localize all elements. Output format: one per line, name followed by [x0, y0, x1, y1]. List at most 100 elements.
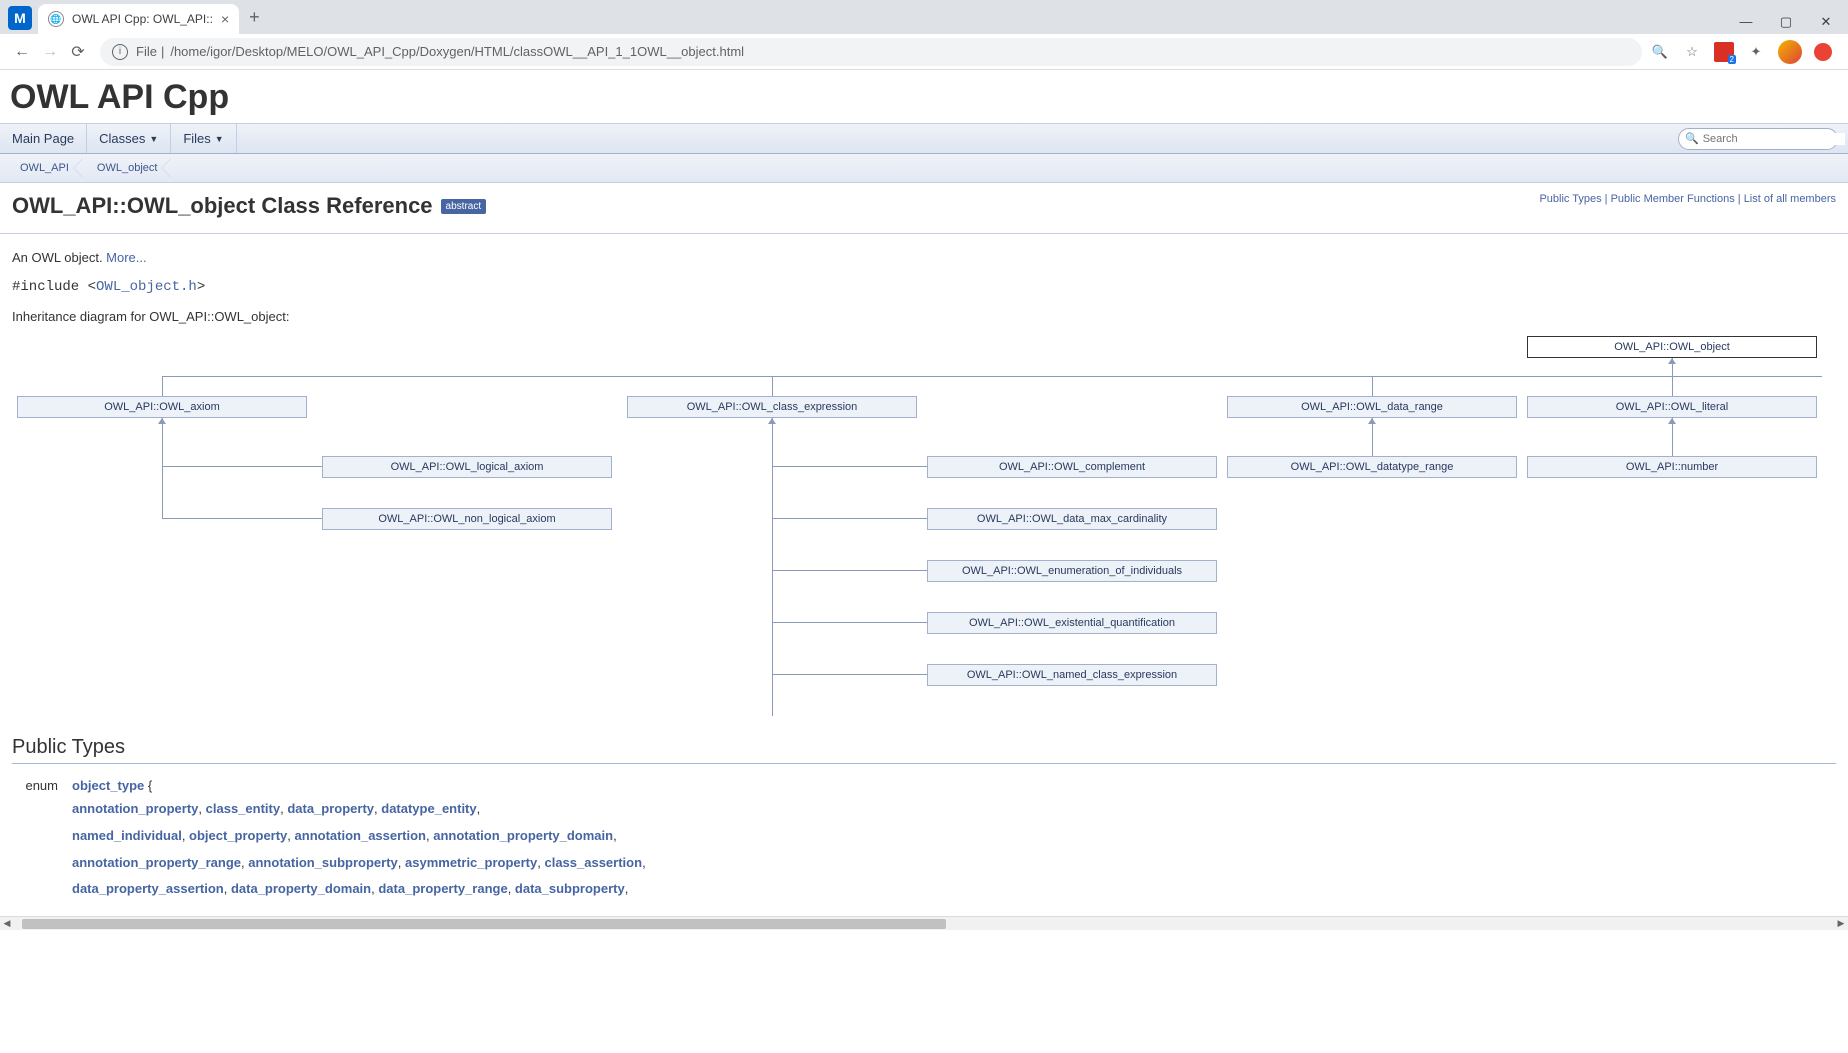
- star-icon[interactable]: ☆: [1682, 42, 1702, 62]
- diagram-node[interactable]: OWL_API::OWL_existential_quantification: [927, 612, 1217, 634]
- tab-label: Main Page: [12, 131, 74, 146]
- enum-value-link[interactable]: class_entity: [206, 801, 280, 816]
- content-body: An OWL object. More... #include <OWL_obj…: [0, 238, 1848, 916]
- diagram-connector: [1672, 376, 1673, 396]
- enum-value-link[interactable]: object_property: [189, 828, 287, 843]
- diagram-node[interactable]: OWL_API::number: [1527, 456, 1817, 478]
- diagram-connector: [1372, 376, 1373, 396]
- url-scheme: File: [136, 44, 157, 59]
- diagram-node[interactable]: OWL_API::OWL_enumeration_of_individuals: [927, 560, 1217, 582]
- link-public-member-functions[interactable]: Public Member Functions: [1611, 193, 1735, 205]
- diagram-node[interactable]: OWL_API::OWL_data_range: [1227, 396, 1517, 418]
- caret-down-icon: ▼: [149, 134, 158, 144]
- diagram-node[interactable]: OWL_API::OWL_datatype_range: [1227, 456, 1517, 478]
- diagram-node[interactable]: OWL_API::OWL_complement: [927, 456, 1217, 478]
- diagram-connector: [772, 418, 773, 716]
- enum-value-link[interactable]: annotation_property_range: [72, 855, 241, 870]
- divider: [0, 233, 1848, 234]
- tab-classes[interactable]: Classes ▼: [87, 124, 171, 153]
- diagram-connector: [772, 674, 927, 675]
- diagram-node[interactable]: OWL_API::OWL_literal: [1527, 396, 1817, 418]
- scrollbar-thumb[interactable]: [22, 919, 946, 929]
- search-box: 🔍: [1678, 128, 1838, 150]
- enum-value-link[interactable]: annotation_subproperty: [248, 855, 398, 870]
- diagram-connector: [772, 570, 927, 571]
- enum-values-row: annotation_property_range, annotation_su…: [66, 851, 652, 876]
- public-types-header: Public Types: [12, 736, 1836, 764]
- doxygen-header: OWL API Cpp: [0, 70, 1848, 117]
- close-icon[interactable]: ×: [221, 11, 229, 27]
- back-button[interactable]: ←: [8, 38, 36, 66]
- scroll-right-icon[interactable]: ▶: [1834, 918, 1848, 929]
- browser-tab[interactable]: 🌐 OWL API Cpp: OWL_API:: ×: [38, 4, 239, 34]
- enum-name-link[interactable]: object_type: [72, 778, 144, 793]
- arrow-up-icon: [768, 418, 776, 424]
- notification-dot-icon[interactable]: [1814, 43, 1832, 61]
- diagram-node[interactable]: OWL_API::OWL_named_class_expression: [927, 664, 1217, 686]
- extension-badge: 2: [1728, 55, 1736, 64]
- enum-value-link[interactable]: datatype_entity: [381, 801, 476, 816]
- reload-button[interactable]: ⟳: [64, 38, 92, 66]
- diagram-node[interactable]: OWL_API::OWL_non_logical_axiom: [322, 508, 612, 530]
- enum-value-link[interactable]: data_property_range: [378, 881, 507, 896]
- breadcrumb-item[interactable]: OWL_API: [10, 159, 83, 177]
- app-icon[interactable]: M: [8, 6, 32, 30]
- arrow-up-icon: [158, 418, 166, 424]
- enum-value-link[interactable]: data_subproperty: [515, 881, 625, 896]
- diagram-node-root[interactable]: OWL_API::OWL_object: [1527, 336, 1817, 358]
- enum-value-link[interactable]: annotation_property: [72, 801, 198, 816]
- extensions-icon[interactable]: ✦: [1746, 42, 1766, 62]
- breadcrumb-item[interactable]: OWL_object: [87, 159, 172, 177]
- brief-description: An OWL object. More...: [12, 250, 1836, 265]
- enum-values-row: named_individual, object_property, annot…: [66, 824, 652, 849]
- public-types-table: enum object_type { annotation_property, …: [12, 774, 654, 904]
- diagram-node[interactable]: OWL_API::OWL_logical_axiom: [322, 456, 612, 478]
- enum-value-link[interactable]: annotation_property_domain: [433, 828, 613, 843]
- tab-files[interactable]: Files▼: [171, 124, 236, 153]
- summary-links: Public Types | Public Member Functions |…: [1539, 193, 1836, 205]
- inheritance-diagram: OWL_API::OWL_object OWL_API::OWL_axiom O…: [12, 336, 1836, 716]
- brace: {: [144, 778, 152, 793]
- url-separator: |: [161, 44, 164, 59]
- horizontal-scrollbar[interactable]: ◀ ▶: [0, 916, 1848, 930]
- breadcrumb: OWL_API OWL_object: [0, 154, 1848, 183]
- link-list-all-members[interactable]: List of all members: [1744, 193, 1836, 205]
- project-name: OWL API Cpp: [10, 78, 1838, 117]
- page-title: OWL_API::OWL_object Class Reference abst…: [12, 193, 486, 219]
- link-public-types[interactable]: Public Types: [1539, 193, 1601, 205]
- tab-main-page[interactable]: Main Page: [0, 124, 87, 153]
- diagram-connector: [162, 376, 1822, 377]
- avatar[interactable]: [1778, 40, 1802, 64]
- enum-value-link[interactable]: data_property_domain: [231, 881, 371, 896]
- new-tab-button[interactable]: +: [249, 7, 260, 28]
- forward-button[interactable]: →: [36, 38, 64, 66]
- enum-keyword: enum: [14, 776, 64, 795]
- more-link[interactable]: More...: [106, 250, 146, 265]
- minimize-button[interactable]: —: [1726, 14, 1766, 30]
- enum-value-link[interactable]: asymmetric_property: [405, 855, 537, 870]
- address-bar[interactable]: i File | /home/igor/Desktop/MELO/OWL_API…: [100, 38, 1642, 66]
- diagram-connector: [772, 622, 927, 623]
- diagram-node[interactable]: OWL_API::OWL_data_max_cardinality: [927, 508, 1217, 530]
- diagram-node[interactable]: OWL_API::OWL_axiom: [17, 396, 307, 418]
- toolbar-right: 🔍 ☆ 2 ✦: [1650, 40, 1840, 64]
- close-window-button[interactable]: ✕: [1806, 14, 1846, 30]
- enum-value-link[interactable]: data_property: [287, 801, 374, 816]
- search-input[interactable]: [1699, 133, 1845, 145]
- info-icon[interactable]: i: [112, 44, 128, 60]
- window-controls: — ▢ ✕: [1726, 14, 1846, 30]
- enum-value-link[interactable]: annotation_assertion: [295, 828, 426, 843]
- include-file-link[interactable]: OWL_object.h: [96, 279, 197, 295]
- enum-value-link[interactable]: named_individual: [72, 828, 182, 843]
- arrow-up-icon: [1668, 358, 1676, 364]
- diagram-connector: [162, 418, 163, 518]
- enum-value-link[interactable]: data_property_assertion: [72, 881, 224, 896]
- globe-icon: 🌐: [48, 11, 64, 27]
- diagram-node[interactable]: OWL_API::OWL_class_expression: [627, 396, 917, 418]
- scroll-left-icon[interactable]: ◀: [0, 918, 14, 929]
- extension-icon[interactable]: 2: [1714, 42, 1734, 62]
- tab-label: Classes: [99, 131, 145, 146]
- maximize-button[interactable]: ▢: [1766, 14, 1806, 30]
- enum-value-link[interactable]: class_assertion: [544, 855, 642, 870]
- zoom-icon[interactable]: 🔍: [1650, 42, 1670, 62]
